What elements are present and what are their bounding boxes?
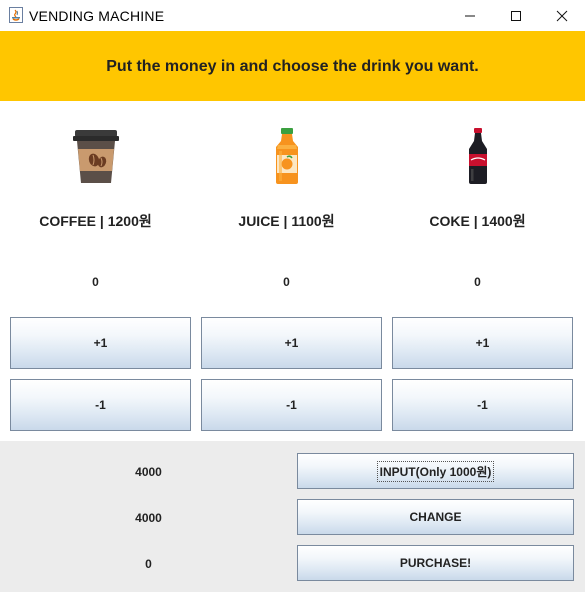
maximize-icon xyxy=(511,10,521,21)
input-money-button[interactable]: INPUT(Only 1000원) xyxy=(297,453,574,489)
minimize-icon xyxy=(465,15,475,16)
coke-minus-button[interactable]: -1 xyxy=(392,379,573,431)
money-panel: 4000 4000 0 INPUT(Only 1000원) CHANGE PUR… xyxy=(0,441,585,592)
product-count-juice: 0 xyxy=(283,275,290,289)
juice-bottle-icon xyxy=(275,128,298,184)
product-name-juice: JUICE | 1100원 xyxy=(238,213,335,229)
coffee-cup-icon xyxy=(72,130,119,183)
juice-minus-button[interactable]: -1 xyxy=(201,379,382,431)
window-title: VENDING MACHINE xyxy=(29,8,165,24)
change-button[interactable]: CHANGE xyxy=(297,499,574,535)
coke-plus-button[interactable]: +1 xyxy=(392,317,573,369)
instruction-banner: Put the money in and choose the drink yo… xyxy=(0,31,585,101)
product-column-juice: JUICE | 1100원 0 +1 -1 xyxy=(191,101,382,441)
close-icon xyxy=(556,10,568,21)
product-name-coffee: COFFEE | 1200원 xyxy=(39,213,152,229)
coffee-minus-button[interactable]: -1 xyxy=(10,379,191,431)
purchase-button[interactable]: PURCHASE! xyxy=(297,545,574,581)
product-panel: COFFEE | 1200원 0 +1 -1 JUICE | 1100원 0 +… xyxy=(0,101,585,441)
product-count-coke: 0 xyxy=(474,275,481,289)
change-amount-value: 4000 xyxy=(135,511,162,525)
maximize-button[interactable] xyxy=(493,0,539,31)
product-column-coffee: COFFEE | 1200원 0 +1 -1 xyxy=(0,101,191,441)
instruction-text: Put the money in and choose the drink yo… xyxy=(106,58,479,75)
product-count-coffee: 0 xyxy=(92,275,99,289)
coffee-plus-button[interactable]: +1 xyxy=(10,317,191,369)
input-money-button-label: INPUT(Only 1000원) xyxy=(376,460,495,482)
purchase-amount-value: 0 xyxy=(145,557,152,571)
java-app-icon xyxy=(9,7,23,23)
window-titlebar: VENDING MACHINE xyxy=(0,0,585,31)
coke-bottle-icon xyxy=(468,128,487,184)
minimize-button[interactable] xyxy=(447,0,493,31)
close-button[interactable] xyxy=(539,0,585,31)
product-column-coke: COKE | 1400원 0 +1 -1 xyxy=(382,101,573,441)
product-name-coke: COKE | 1400원 xyxy=(429,213,526,229)
input-amount-value: 4000 xyxy=(135,465,162,479)
juice-plus-button[interactable]: +1 xyxy=(201,317,382,369)
